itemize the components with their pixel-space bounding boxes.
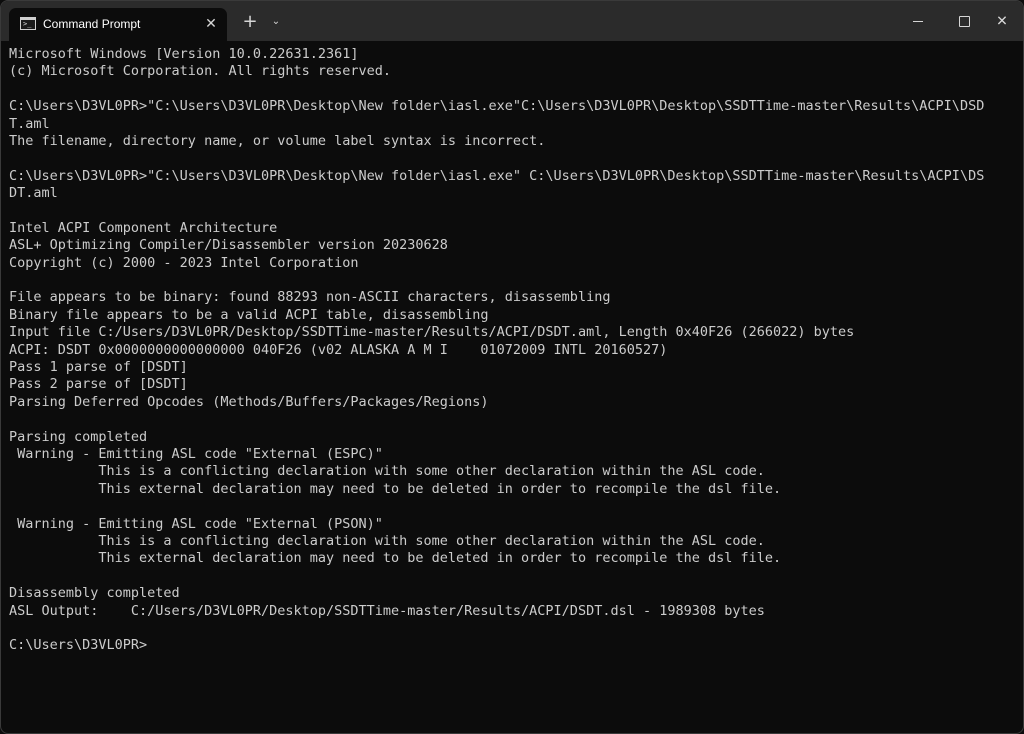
terminal-window: >_ Command Prompt ✕ + ⌄ ✕ Microsoft Wind… [0, 0, 1024, 734]
console-line: Pass 1 parse of [DSDT] [9, 359, 188, 376]
console-line: This is a conflicting declaration with s… [9, 532, 765, 549]
console-line: File appears to be binary: found 88293 n… [9, 289, 611, 306]
console-line: Warning - Emitting ASL code "External (P… [9, 515, 383, 532]
console-line: Copyright (c) 2000 - 2023 Intel Corporat… [9, 254, 359, 271]
console-line: DT.aml [9, 185, 58, 202]
console-line: Parsing Deferred Opcodes (Methods/Buffer… [9, 393, 489, 410]
scrollbar[interactable] [1017, 45, 1021, 725]
cmd-prompt-icon: >_ [20, 17, 36, 30]
console-line: Input file C:/Users/D3VL0PR/Desktop/SSDT… [9, 324, 855, 341]
console-line: ASL+ Optimizing Compiler/Disassembler ve… [9, 237, 448, 254]
console-line: Warning - Emitting ASL code "External (E… [9, 445, 383, 462]
console-line: C:\Users\D3VL0PR>"C:\Users\D3VL0PR\Deskt… [9, 98, 985, 115]
new-tab-button[interactable]: + [239, 11, 261, 33]
console-line: Intel ACPI Component Architecture [9, 219, 278, 236]
console-line: C:\Users\D3VL0PR> [9, 637, 148, 654]
console-line: Parsing completed [9, 428, 148, 445]
console-line: C:\Users\D3VL0PR>"C:\Users\D3VL0PR\Deskt… [9, 167, 985, 184]
console-line: ASL Output: C:/Users/D3VL0PR/Desktop/SSD… [9, 602, 765, 619]
tab-command-prompt[interactable]: >_ Command Prompt ✕ [9, 8, 227, 41]
console-line: ACPI: DSDT 0x0000000000000000 040F26 (v0… [9, 341, 668, 358]
close-window-button[interactable]: ✕ [979, 1, 1023, 41]
close-icon: ✕ [996, 13, 1008, 30]
console-line: Binary file appears to be a valid ACPI t… [9, 306, 489, 323]
console-line: This external declaration may need to be… [9, 550, 782, 567]
minimize-button[interactable] [895, 1, 941, 41]
title-bar[interactable]: >_ Command Prompt ✕ + ⌄ ✕ [1, 1, 1023, 41]
console-line: Disassembly completed [9, 585, 180, 602]
console-line: (c) Microsoft Corporation. All rights re… [9, 63, 392, 80]
console-output[interactable]: Microsoft Windows [Version 10.0.22631.23… [9, 46, 1009, 726]
console-line: Microsoft Windows [Version 10.0.22631.23… [9, 46, 359, 62]
tab-title: Command Prompt [43, 17, 141, 31]
console-line: Pass 2 parse of [DSDT] [9, 376, 188, 393]
maximize-icon [958, 15, 970, 27]
close-tab-icon[interactable]: ✕ [201, 14, 221, 34]
console-line: This external declaration may need to be… [9, 480, 782, 497]
minimize-icon [913, 20, 923, 22]
console-line: T.aml [9, 115, 50, 132]
chevron-down-icon[interactable]: ⌄ [267, 12, 285, 32]
console-line: This is a conflicting declaration with s… [9, 463, 765, 480]
console-line: The filename, directory name, or volume … [9, 132, 546, 149]
